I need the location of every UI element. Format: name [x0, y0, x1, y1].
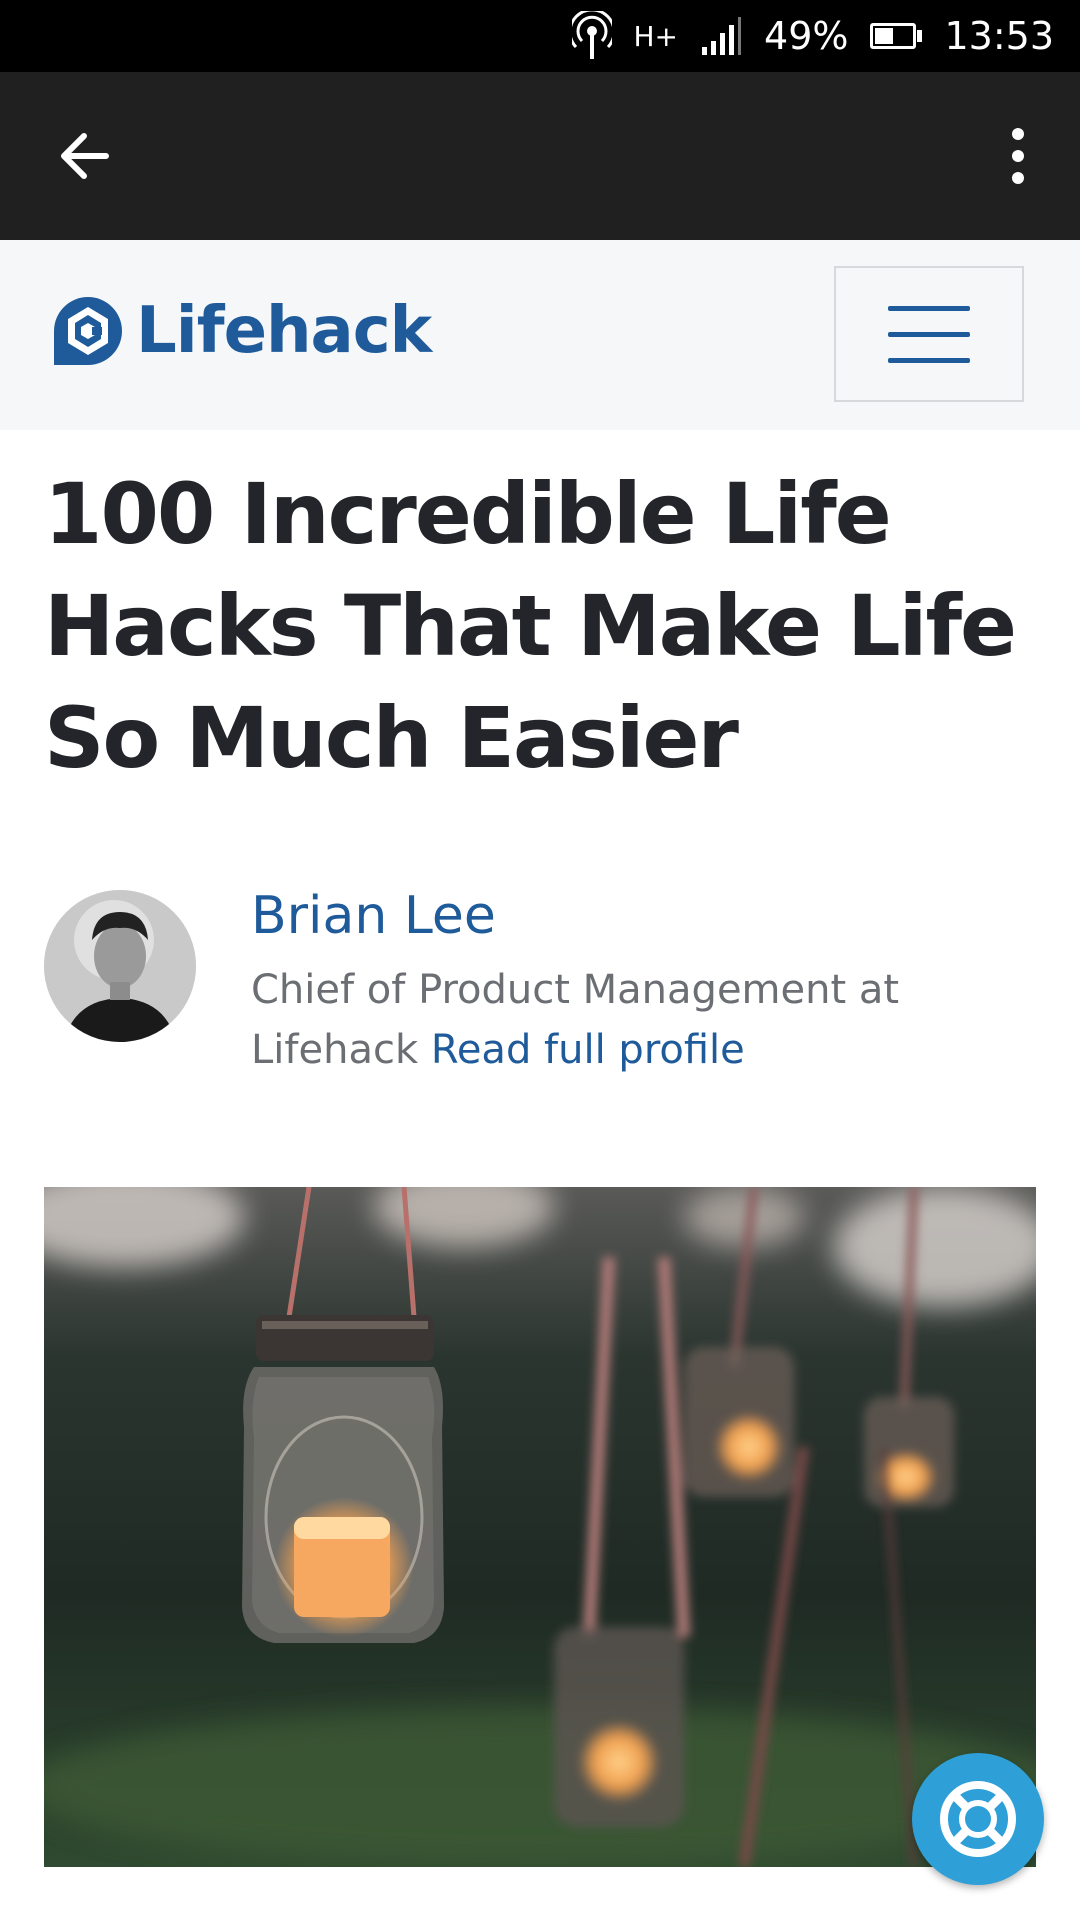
hotspot-icon	[571, 11, 612, 61]
more-options-button[interactable]	[994, 124, 1042, 188]
hanging-jar-candles-image	[44, 1187, 1036, 1867]
site-header: Lifehack	[0, 240, 1080, 430]
battery-tip	[917, 30, 923, 42]
battery-body	[870, 23, 917, 49]
hero-image	[44, 1187, 1036, 1867]
author-bio: Chief of Product Management at Lifehack …	[251, 960, 1011, 1080]
back-button[interactable]	[52, 124, 116, 188]
author-avatar[interactable]	[44, 890, 196, 1042]
battery-icon	[870, 23, 923, 49]
lifebuoy-icon	[940, 1781, 1016, 1857]
arrow-left-icon	[61, 133, 109, 179]
clock: 13:53	[944, 14, 1054, 58]
network-type-icon: H+	[634, 20, 679, 53]
lifehack-logo-icon	[54, 297, 122, 365]
status-icons: H+ 49% 13:53	[571, 0, 1054, 72]
menu-button[interactable]	[834, 266, 1024, 402]
author-photo	[44, 890, 196, 1042]
read-full-profile-link[interactable]: Read full profile	[431, 1027, 745, 1073]
app-bar	[0, 72, 1080, 240]
battery-fill	[875, 28, 894, 44]
more-vert-icon	[1012, 128, 1024, 184]
help-button[interactable]	[912, 1753, 1044, 1885]
site-logo[interactable]: Lifehack	[52, 294, 432, 368]
article-title: 100 Incredible Life Hacks That Make Life…	[44, 465, 1017, 787]
author-name[interactable]: Brian Lee	[251, 886, 496, 946]
network-type-label: H+	[633, 19, 679, 53]
signal-icon	[700, 17, 742, 55]
battery-percent: 49%	[764, 14, 849, 58]
logo-text: Lifehack	[136, 294, 432, 368]
status-bar: H+ 49% 13:53	[0, 0, 1080, 72]
